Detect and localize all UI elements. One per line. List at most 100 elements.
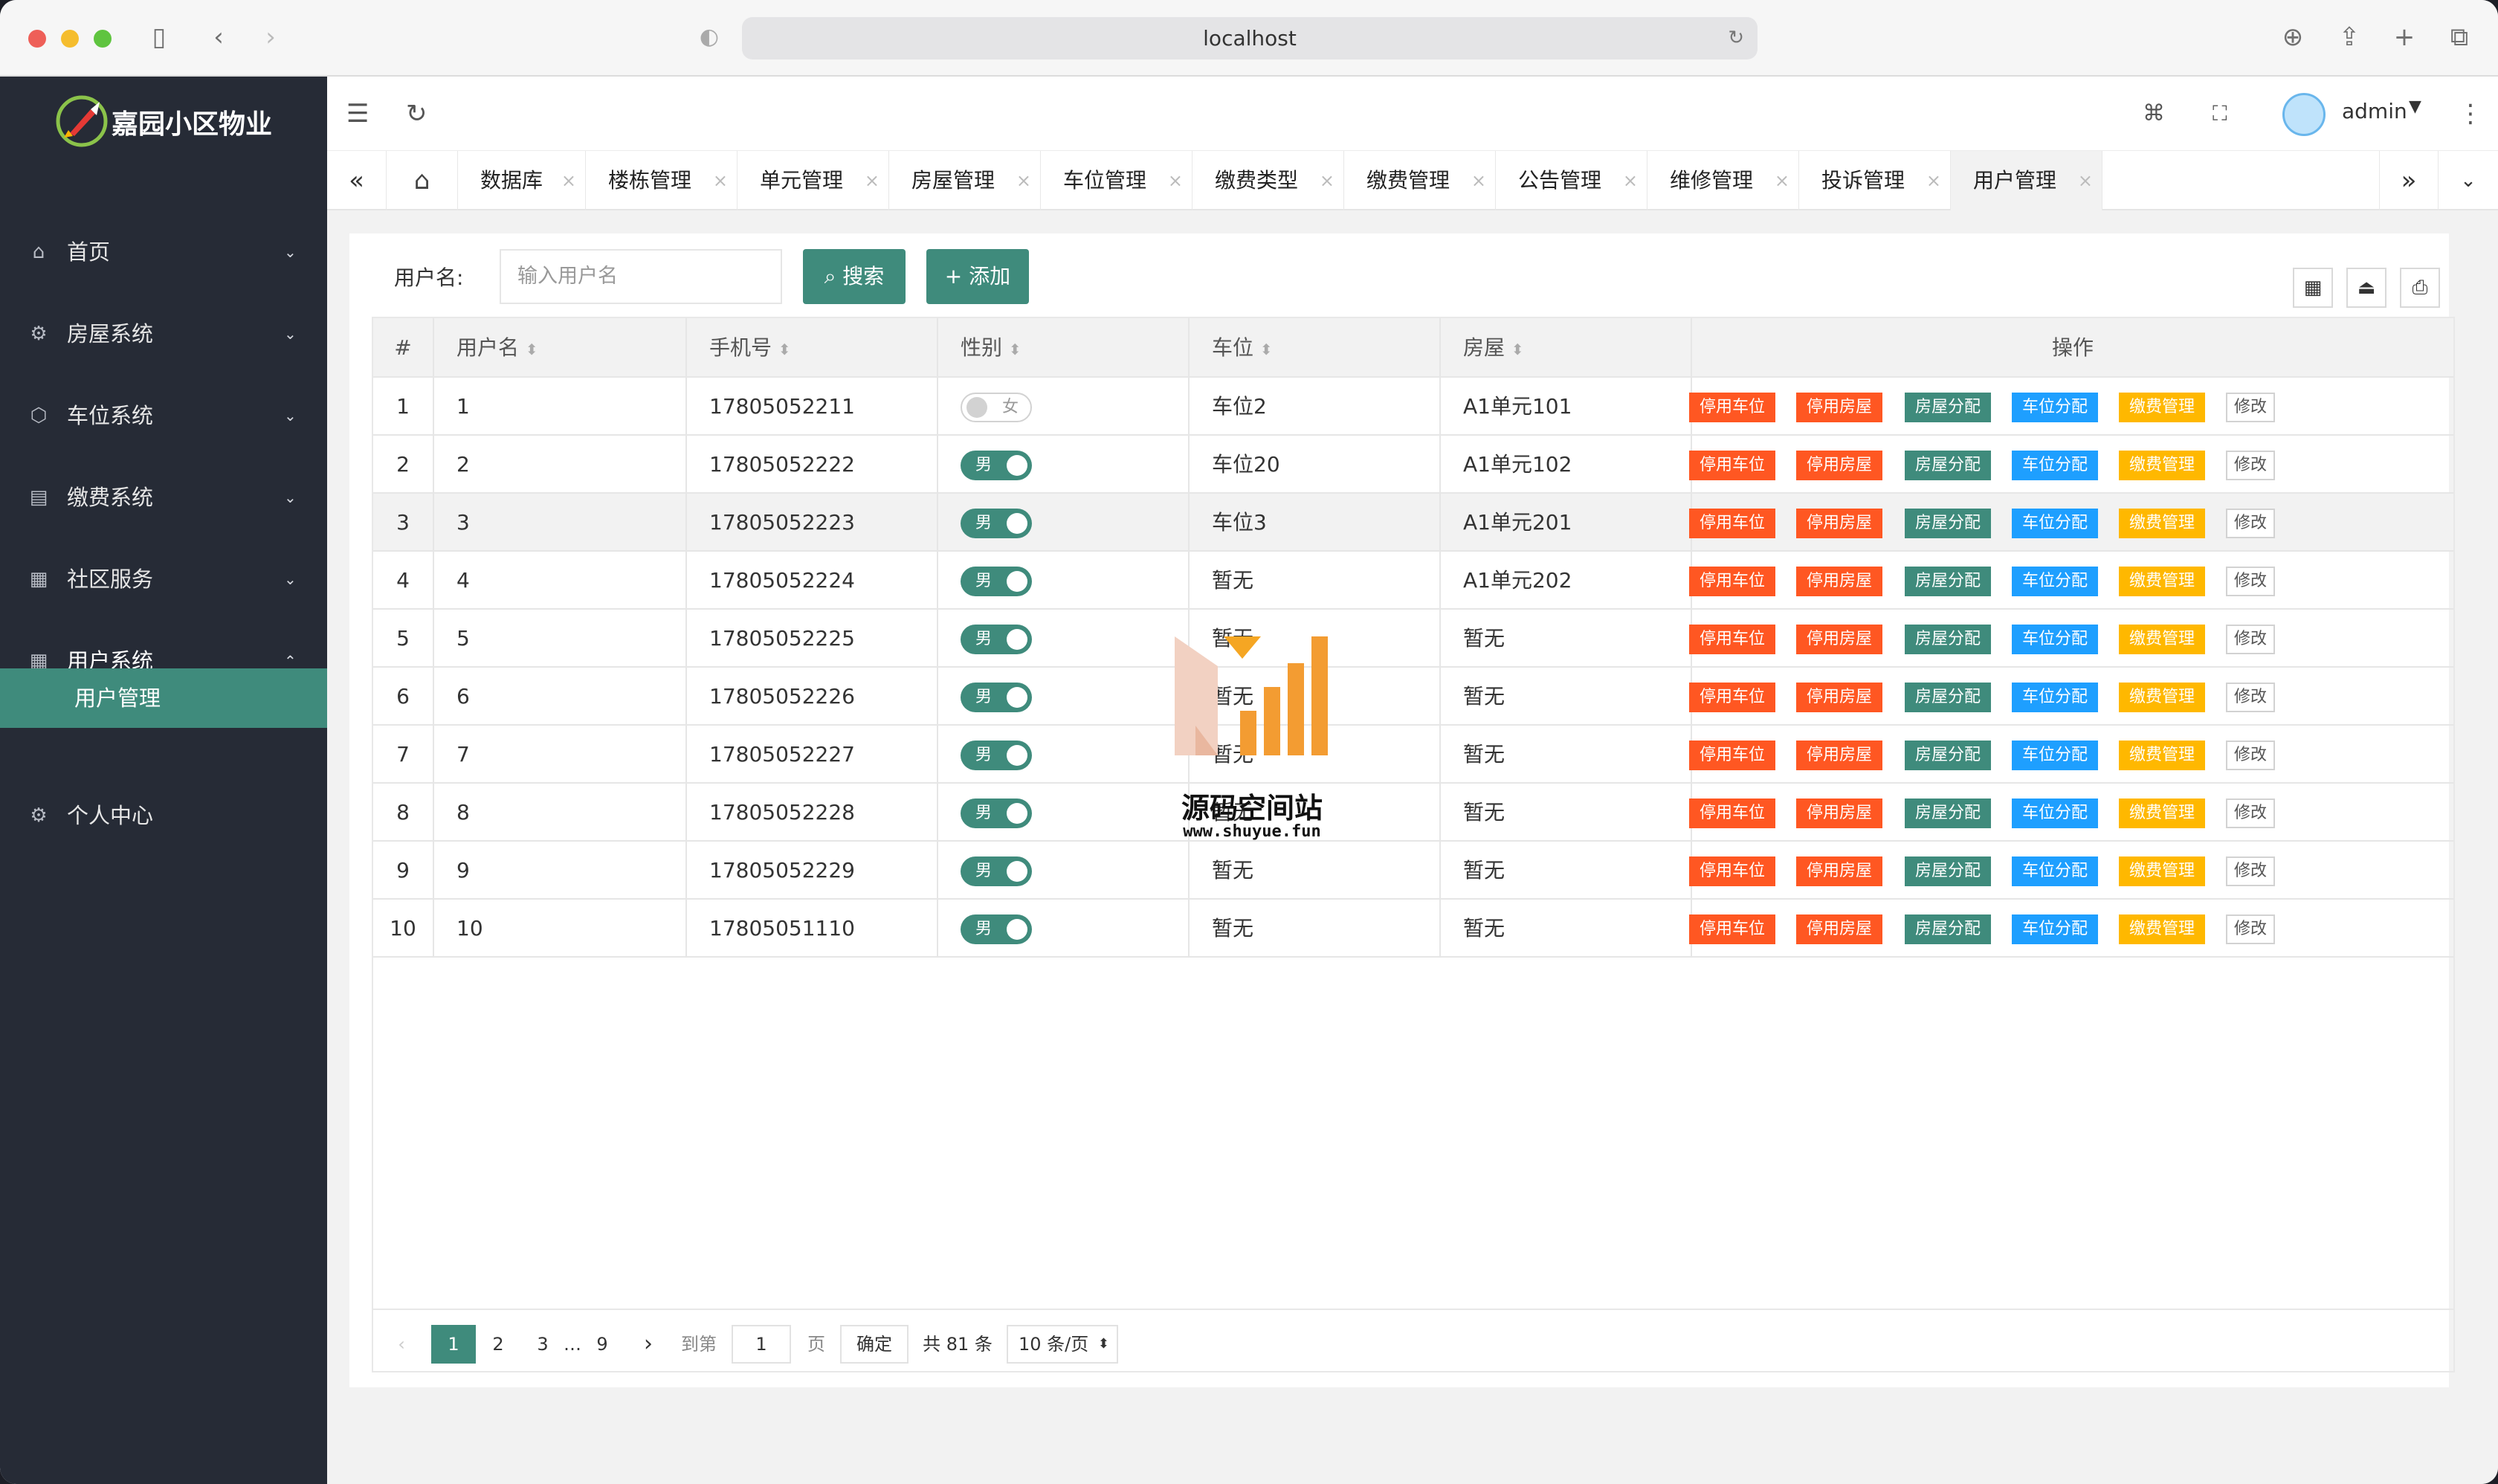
sidebar-item-housing[interactable]: ⚙ 房屋系统 ⌄ <box>0 298 327 370</box>
edit-button[interactable]: 修改 <box>2226 451 2275 480</box>
prev-page-icon[interactable]: ‹ <box>387 1325 416 1364</box>
close-window-button[interactable] <box>28 30 46 48</box>
assign-house-button[interactable]: 房屋分配 <box>1905 741 1991 770</box>
disable-parking-button[interactable]: 停用车位 <box>1689 625 1775 654</box>
assign-house-button[interactable]: 房屋分配 <box>1905 567 1991 596</box>
edit-button[interactable]: 修改 <box>2226 625 2275 654</box>
tab-houses[interactable]: 房屋管理 × <box>889 151 1041 210</box>
gender-toggle[interactable]: 女 <box>961 393 1032 422</box>
download-icon[interactable]: ⊕ <box>2275 22 2311 52</box>
assign-house-button[interactable]: 房屋分配 <box>1905 393 1991 422</box>
tag-icon[interactable]: ⌘ <box>2143 95 2165 132</box>
back-icon[interactable]: ‹ <box>201 22 236 52</box>
disable-house-button[interactable]: 停用房屋 <box>1796 393 1882 422</box>
sort-icon[interactable]: ⬍ <box>1511 341 1524 358</box>
sort-icon[interactable]: ⬍ <box>526 341 538 358</box>
page-number-input[interactable]: 1 <box>732 1325 791 1364</box>
manage-fees-button[interactable]: 缴费管理 <box>2119 393 2205 422</box>
disable-house-button[interactable]: 停用房屋 <box>1796 914 1882 944</box>
disable-parking-button[interactable]: 停用车位 <box>1689 393 1775 422</box>
edit-button[interactable]: 修改 <box>2226 914 2275 944</box>
next-page-icon[interactable]: › <box>633 1325 663 1364</box>
forward-icon[interactable]: › <box>253 22 288 52</box>
disable-parking-button[interactable]: 停用车位 <box>1689 683 1775 712</box>
assign-house-button[interactable]: 房屋分配 <box>1905 509 1991 538</box>
sort-icon[interactable]: ⬍ <box>778 341 791 358</box>
home-tab-icon[interactable]: ⌂ <box>387 151 458 210</box>
edit-button[interactable]: 修改 <box>2226 567 2275 596</box>
username-label[interactable]: admin <box>2342 99 2407 123</box>
gender-toggle[interactable]: 男 <box>961 625 1032 654</box>
tab-database[interactable]: 数据库 × <box>458 151 586 210</box>
tab-fees[interactable]: 缴费管理 × <box>1344 151 1496 210</box>
avatar[interactable] <box>2282 93 2326 136</box>
tabs-menu-chevron-down-icon[interactable]: ⌄ <box>2439 151 2498 210</box>
disable-parking-button[interactable]: 停用车位 <box>1689 741 1775 770</box>
header-phone[interactable]: 手机号 ⬍ <box>687 318 938 378</box>
disable-house-button[interactable]: 停用房屋 <box>1796 799 1882 828</box>
tab-units[interactable]: 单元管理 × <box>738 151 889 210</box>
close-icon[interactable]: × <box>1168 151 1183 210</box>
edit-button[interactable]: 修改 <box>2226 856 2275 886</box>
assign-house-button[interactable]: 房屋分配 <box>1905 683 1991 712</box>
manage-fees-button[interactable]: 缴费管理 <box>2119 856 2205 886</box>
assign-house-button[interactable]: 房屋分配 <box>1905 451 1991 480</box>
username-search-input[interactable]: 输入用户名 <box>500 249 782 304</box>
disable-house-button[interactable]: 停用房屋 <box>1796 451 1882 480</box>
assign-parking-button[interactable]: 车位分配 <box>2012 451 2098 480</box>
page-9[interactable]: 9 <box>587 1325 617 1364</box>
assign-parking-button[interactable]: 车位分配 <box>2012 509 2098 538</box>
close-icon[interactable]: × <box>2078 151 2093 210</box>
sidebar-item-billing[interactable]: ▤ 缴费系统 ⌄ <box>0 462 327 533</box>
edit-button[interactable]: 修改 <box>2226 683 2275 712</box>
sidebar-item-profile[interactable]: ⚙ 个人中心 <box>0 780 327 851</box>
page-size-select[interactable]: 10 条/页 ⬍ <box>1007 1325 1118 1364</box>
close-icon[interactable]: × <box>865 151 880 210</box>
new-tab-icon[interactable]: + <box>2386 22 2422 52</box>
close-icon[interactable]: × <box>1926 151 1941 210</box>
tabs-scroll-right-icon[interactable]: » <box>2379 151 2439 210</box>
disable-house-button[interactable]: 停用房屋 <box>1796 567 1882 596</box>
tab-complaints[interactable]: 投诉管理 × <box>1799 151 1951 210</box>
manage-fees-button[interactable]: 缴费管理 <box>2119 509 2205 538</box>
assign-parking-button[interactable]: 车位分配 <box>2012 914 2098 944</box>
sidebar-item-parking[interactable]: ⬡ 车位系统 ⌄ <box>0 380 327 451</box>
gender-toggle[interactable]: 男 <box>961 741 1032 770</box>
close-icon[interactable]: × <box>561 151 576 210</box>
tab-buildings[interactable]: 楼栋管理 × <box>586 151 738 210</box>
print-icon[interactable]: ⎙ <box>2400 268 2440 308</box>
manage-fees-button[interactable]: 缴费管理 <box>2119 625 2205 654</box>
close-icon[interactable]: × <box>1775 151 1789 210</box>
search-button[interactable]: ⌕ 搜索 <box>803 249 906 304</box>
gender-toggle[interactable]: 男 <box>961 856 1032 886</box>
disable-parking-button[interactable]: 停用车位 <box>1689 509 1775 538</box>
assign-parking-button[interactable]: 车位分配 <box>2012 799 2098 828</box>
close-icon[interactable]: × <box>1320 151 1334 210</box>
disable-parking-button[interactable]: 停用车位 <box>1689 856 1775 886</box>
sidebar-subitem-user-management[interactable]: 用户管理 <box>0 668 327 728</box>
zoom-window-button[interactable] <box>94 30 112 48</box>
manage-fees-button[interactable]: 缴费管理 <box>2119 683 2205 712</box>
edit-button[interactable]: 修改 <box>2226 509 2275 538</box>
caret-down-icon[interactable]: ▼ <box>2409 97 2421 116</box>
tab-repairs[interactable]: 维修管理 × <box>1647 151 1799 210</box>
close-icon[interactable]: × <box>1471 151 1486 210</box>
assign-parking-button[interactable]: 车位分配 <box>2012 393 2098 422</box>
gender-toggle[interactable]: 男 <box>961 914 1032 944</box>
minimize-window-button[interactable] <box>61 30 79 48</box>
sort-icon[interactable]: ⬍ <box>1009 341 1022 358</box>
tab-parking[interactable]: 车位管理 × <box>1041 151 1192 210</box>
sidebar-item-community[interactable]: ▦ 社区服务 ⌄ <box>0 543 327 615</box>
menu-collapse-icon[interactable]: ☰ <box>346 95 369 132</box>
edit-button[interactable]: 修改 <box>2226 741 2275 770</box>
share-icon[interactable]: ⇪ <box>2331 22 2367 52</box>
manage-fees-button[interactable]: 缴费管理 <box>2119 567 2205 596</box>
disable-house-button[interactable]: 停用房屋 <box>1796 625 1882 654</box>
manage-fees-button[interactable]: 缴费管理 <box>2119 799 2205 828</box>
disable-parking-button[interactable]: 停用车位 <box>1689 799 1775 828</box>
assign-parking-button[interactable]: 车位分配 <box>2012 683 2098 712</box>
sidebar-item-home[interactable]: ⌂ 首页 ⌄ <box>0 216 327 288</box>
tabs-scroll-left-icon[interactable]: « <box>327 151 387 210</box>
edit-button[interactable]: 修改 <box>2226 799 2275 828</box>
header-house[interactable]: 房屋 ⬍ <box>1441 318 1692 378</box>
